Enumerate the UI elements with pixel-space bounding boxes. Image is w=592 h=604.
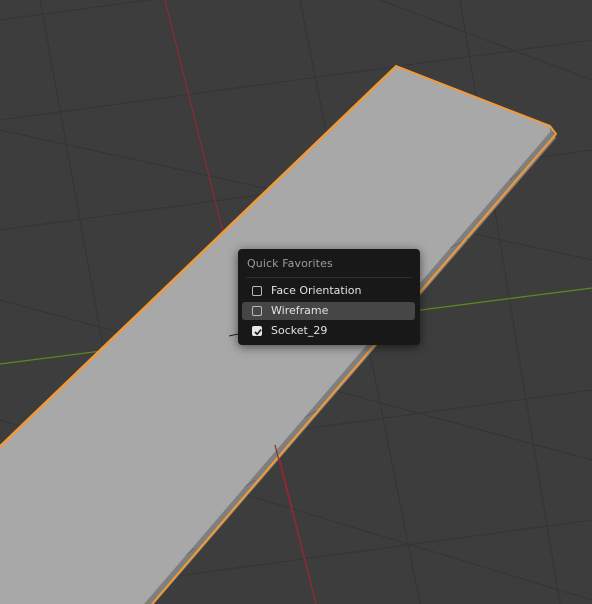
menu-item-label: Wireframe xyxy=(271,304,329,317)
menu-item-label: Face Orientation xyxy=(271,284,362,297)
checkbox-unchecked-icon[interactable] xyxy=(252,306,262,316)
menu-item-label: Socket_29 xyxy=(271,324,328,337)
menu-item-socket-29[interactable]: Socket_29 xyxy=(242,322,415,340)
quick-favorites-menu: Quick Favorites Face Orientation Wirefra… xyxy=(238,249,420,345)
menu-separator xyxy=(246,277,412,278)
checkbox-checked-icon[interactable] xyxy=(252,326,262,336)
menu-item-face-orientation[interactable]: Face Orientation xyxy=(242,282,415,300)
checkbox-unchecked-icon[interactable] xyxy=(252,286,262,296)
3d-viewport[interactable]: Quick Favorites Face Orientation Wirefra… xyxy=(0,0,592,604)
menu-title: Quick Favorites xyxy=(247,257,333,270)
menu-item-wireframe[interactable]: Wireframe xyxy=(242,302,415,320)
